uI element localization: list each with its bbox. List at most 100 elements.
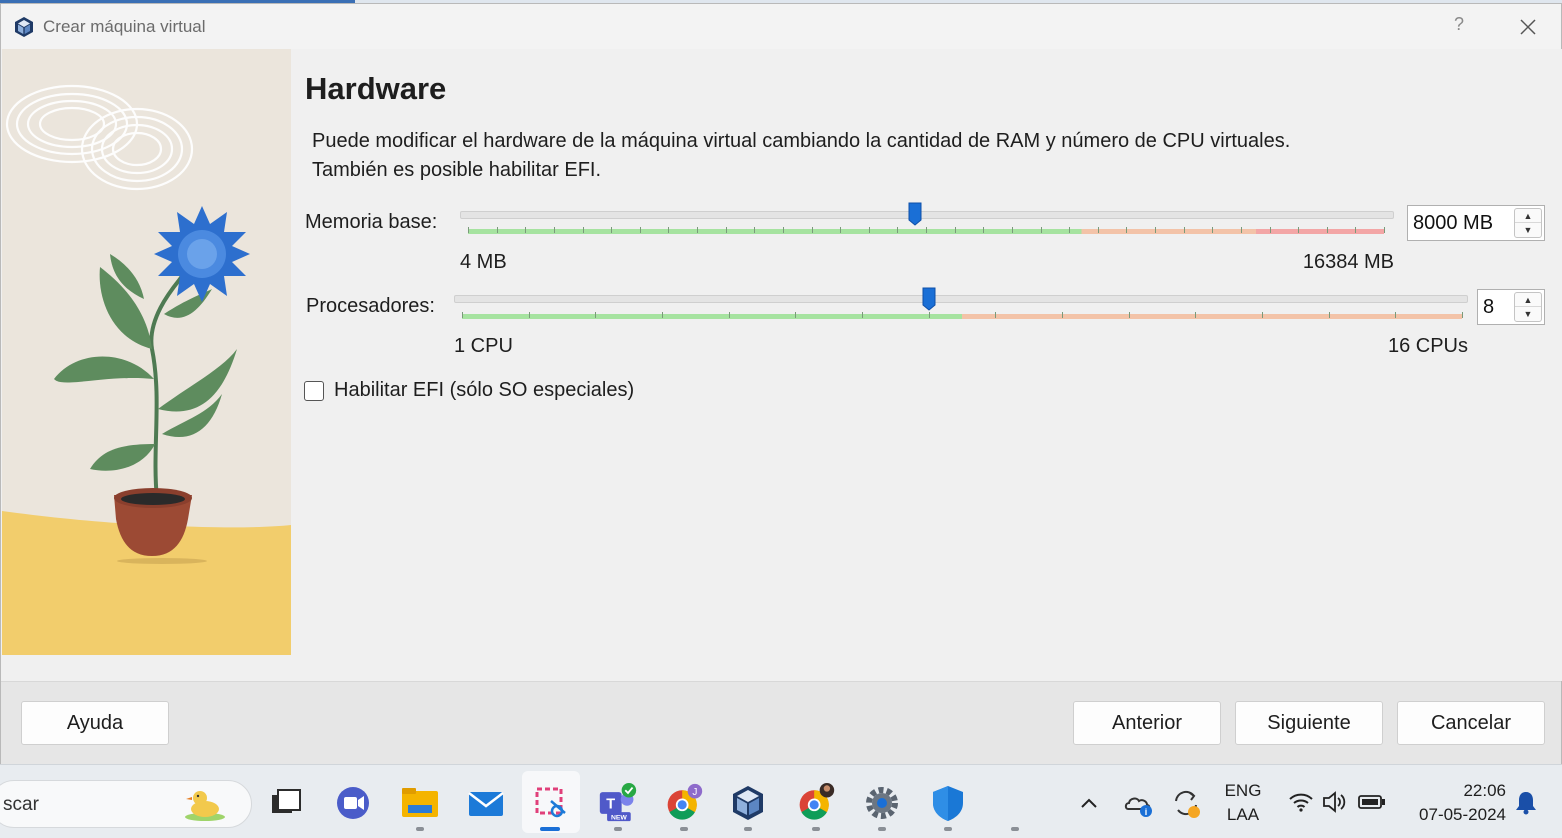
duck-icon xyxy=(185,791,225,821)
scale-tick xyxy=(728,312,730,318)
scale-tick xyxy=(528,312,530,318)
processors-slider-thumb[interactable] xyxy=(922,287,936,311)
content-area: Hardware Puede modificar el hardware de … xyxy=(292,49,1562,681)
memory-decrement-icon[interactable]: ▼ xyxy=(1515,223,1541,237)
clock-date[interactable]: 07-05-2024 xyxy=(1400,805,1506,825)
scale-tick xyxy=(1262,312,1263,318)
virtualbox-indicator xyxy=(744,827,752,831)
memory-max-label: 16384 MB xyxy=(1302,251,1394,273)
scale-tick xyxy=(1195,312,1197,318)
title-bar: Crear máquina virtual ? xyxy=(1,4,1561,49)
clock-time[interactable]: 22:06 xyxy=(1410,781,1506,801)
description-line-1: Puede modificar el hardware de la máquin… xyxy=(312,130,1291,152)
settings-indicator xyxy=(878,827,886,831)
efi-label[interactable]: Habilitar EFI (sólo SO especiales) xyxy=(334,379,634,402)
scale-tick xyxy=(468,227,469,233)
scale-tick xyxy=(868,227,870,233)
scale-tick xyxy=(1128,312,1130,318)
memory-spin-arrows: ▲ ▼ xyxy=(1514,208,1542,238)
scale-tick xyxy=(995,312,997,318)
chrome-badge: J xyxy=(692,787,697,798)
scale-tick xyxy=(668,227,670,233)
scale-tick xyxy=(1298,227,1300,233)
scale-tick xyxy=(1040,227,1042,233)
cancel-button[interactable]: Cancelar xyxy=(1397,701,1545,745)
file-explorer-indicator xyxy=(416,827,424,831)
scale-tick xyxy=(1355,227,1357,233)
scale-tick xyxy=(1328,312,1330,318)
chrome-profile-icon[interactable]: J xyxy=(664,783,704,823)
processors-spin-arrows: ▲ ▼ xyxy=(1514,292,1542,322)
description-line-2: También es posible habilitar EFI. xyxy=(312,159,602,181)
processors-value: 8 xyxy=(1483,296,1495,318)
help-button[interactable]: Ayuda xyxy=(21,701,169,745)
keyboard-layout[interactable]: LAA xyxy=(1220,805,1266,825)
help-icon[interactable]: ? xyxy=(1449,14,1469,35)
notification-bell-icon[interactable] xyxy=(1512,787,1540,817)
scale-tick xyxy=(1011,227,1013,233)
scale-tick xyxy=(553,227,555,233)
chrome-icon[interactable] xyxy=(796,783,836,823)
scale-tick xyxy=(1240,227,1242,233)
svg-text:T: T xyxy=(606,796,615,812)
language-code[interactable]: ENG xyxy=(1220,781,1266,801)
memory-increment-icon[interactable]: ▲ xyxy=(1515,209,1541,223)
scale-tick xyxy=(928,312,930,318)
settings-icon[interactable] xyxy=(862,783,902,823)
scale-tick xyxy=(525,227,527,233)
scale-tick xyxy=(1183,227,1185,233)
scale-tick xyxy=(1269,227,1271,233)
memory-spinbox[interactable]: 8000 MB ▲ ▼ xyxy=(1407,205,1545,241)
processors-increment-icon[interactable]: ▲ xyxy=(1515,293,1541,307)
scale-tick xyxy=(697,227,698,233)
sync-icon[interactable] xyxy=(1168,785,1204,821)
scale-tick xyxy=(795,312,797,318)
task-view-icon[interactable] xyxy=(266,783,306,823)
scale-tick xyxy=(496,227,498,233)
teams-new-badge: NEW xyxy=(611,814,627,821)
scale-tick xyxy=(811,227,813,233)
scale-tick xyxy=(1395,312,1397,318)
next-button[interactable]: Siguiente xyxy=(1235,701,1383,745)
virtualbox-taskbar-icon[interactable] xyxy=(728,783,768,823)
volume-icon[interactable] xyxy=(1320,787,1350,817)
scale-tick xyxy=(662,312,663,318)
defender-indicator xyxy=(944,827,952,831)
processors-max-label: 16 CPUs xyxy=(1387,335,1468,357)
teams-icon[interactable]: T NEW xyxy=(598,783,638,823)
wifi-icon[interactable] xyxy=(1286,787,1316,817)
scale-tick xyxy=(611,227,613,233)
chevron-up-icon[interactable] xyxy=(1072,787,1106,821)
scale-tick xyxy=(754,227,756,233)
snipping-tool-icon[interactable] xyxy=(531,783,571,823)
processors-slider-track[interactable] xyxy=(454,295,1468,303)
scale-tick xyxy=(725,227,727,233)
processors-scale-bar xyxy=(462,314,1462,319)
efi-checkbox[interactable] xyxy=(304,381,324,401)
processors-spinbox[interactable]: 8 ▲ ▼ xyxy=(1477,289,1545,325)
back-button[interactable]: Anterior xyxy=(1073,701,1221,745)
processors-decrement-icon[interactable]: ▼ xyxy=(1515,307,1541,321)
processors-label: Procesadores: xyxy=(306,295,435,317)
battery-icon[interactable] xyxy=(1356,787,1388,817)
defender-icon[interactable] xyxy=(928,783,968,823)
scale-tick xyxy=(782,227,784,233)
scale-tick xyxy=(1126,227,1128,233)
close-icon[interactable] xyxy=(1513,12,1543,42)
file-explorer-icon[interactable] xyxy=(400,783,440,823)
scale-tick xyxy=(954,227,956,233)
scale-tick xyxy=(1384,227,1385,233)
create-vm-dialog: Crear máquina virtual ? Hardware Puede m… xyxy=(0,3,1562,765)
memory-label: Memoria base: xyxy=(305,211,438,233)
scale-tick xyxy=(840,227,842,233)
onedrive-icon[interactable]: i xyxy=(1122,787,1156,821)
mail-icon[interactable] xyxy=(466,783,506,823)
meet-icon[interactable] xyxy=(333,783,373,823)
scale-tick xyxy=(1326,227,1328,233)
taskbar-search[interactable]: scar xyxy=(0,780,252,828)
memory-slider-thumb[interactable] xyxy=(908,202,922,226)
scale-tick xyxy=(1062,312,1063,318)
memory-slider-track[interactable] xyxy=(460,211,1394,219)
taskbar: scar T NEW J i ENG LAA 22:06 07-05-2024 xyxy=(0,764,1562,838)
scale-tick xyxy=(595,312,597,318)
